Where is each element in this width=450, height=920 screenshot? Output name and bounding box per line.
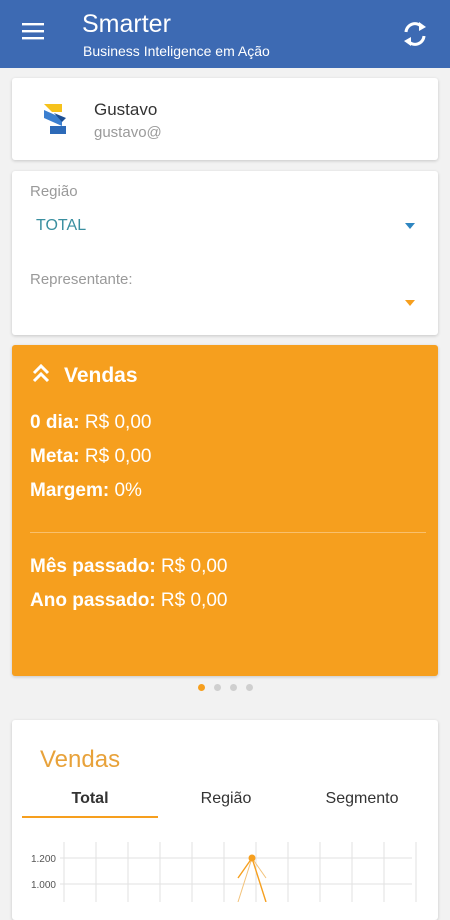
sales-margin-row: Margem: 0% bbox=[30, 480, 142, 502]
series-line-2 bbox=[237, 856, 267, 902]
page-dot-2[interactable] bbox=[214, 684, 221, 691]
sales-goal-value: R$ 0,00 bbox=[84, 446, 152, 467]
page-dot-3[interactable] bbox=[230, 684, 237, 691]
app-subtitle: Business Inteligence em Ação bbox=[83, 43, 270, 59]
last-year-row: Ano passado: R$ 0,00 bbox=[30, 590, 227, 612]
sales-line-chart: 1.200 1.000 bbox=[31, 842, 417, 902]
refresh-icon[interactable] bbox=[400, 18, 430, 50]
region-dropdown-icon bbox=[405, 223, 415, 229]
tab-total[interactable]: Total bbox=[22, 790, 158, 816]
y-tick-label-1: 1.200 bbox=[31, 854, 56, 865]
chart-grid bbox=[60, 842, 417, 902]
chart-title: Vendas bbox=[40, 746, 121, 773]
tab-segment[interactable]: Segmento bbox=[294, 790, 430, 816]
series-line bbox=[237, 856, 267, 902]
representative-dropdown-icon bbox=[405, 300, 415, 306]
region-select[interactable]: TOTAL bbox=[30, 213, 420, 239]
sales-goal-label: Meta: bbox=[30, 446, 80, 467]
filter-card: Região TOTAL Representante: bbox=[12, 171, 438, 335]
sales-goal-row: Meta: R$ 0,00 bbox=[30, 446, 151, 468]
sales-chart-card: Vendas Total Região Segmento 1.200 1.000 bbox=[12, 720, 438, 920]
representative-label: Representante: bbox=[30, 271, 133, 288]
app-title: Smarter bbox=[82, 10, 171, 38]
last-month-value: R$ 0,00 bbox=[160, 556, 228, 577]
hamburger-menu-icon[interactable] bbox=[20, 20, 46, 42]
last-year-value: R$ 0,00 bbox=[160, 590, 228, 611]
chevron-double-up-icon[interactable] bbox=[30, 361, 52, 385]
last-month-row: Mês passado: R$ 0,00 bbox=[30, 556, 227, 578]
sales-margin-label: Margem: bbox=[30, 480, 110, 501]
user-card: Gustavo gustavo@ bbox=[12, 78, 438, 160]
data-point bbox=[248, 854, 256, 862]
user-name: Gustavo bbox=[94, 100, 158, 119]
region-value: TOTAL bbox=[36, 217, 87, 234]
page-dot-4[interactable] bbox=[246, 684, 253, 691]
page-dot-1[interactable] bbox=[198, 684, 205, 691]
sales-day-row: 0 dia: R$ 0,00 bbox=[30, 412, 151, 434]
sales-day-label: 0 dia: bbox=[30, 412, 80, 433]
user-email: gustavo@ bbox=[94, 124, 162, 141]
page-indicator bbox=[196, 684, 260, 694]
y-tick-label-2: 1.000 bbox=[31, 880, 56, 891]
sales-day-value: R$ 0,00 bbox=[84, 412, 152, 433]
representative-select[interactable] bbox=[30, 291, 420, 317]
tab-region[interactable]: Região bbox=[158, 790, 294, 816]
sales-margin-value: 0% bbox=[114, 480, 142, 501]
last-year-label: Ano passado: bbox=[30, 590, 156, 611]
company-logo bbox=[44, 104, 66, 134]
region-label: Região bbox=[30, 183, 78, 200]
sales-summary-card[interactable]: Vendas 0 dia: R$ 0,00 Meta: R$ 0,00 Marg… bbox=[12, 345, 438, 676]
divider bbox=[30, 532, 426, 533]
last-month-label: Mês passado: bbox=[30, 556, 156, 577]
app-bar: Smarter Business Inteligence em Ação bbox=[0, 0, 450, 68]
sales-title: Vendas bbox=[64, 364, 138, 387]
active-tab-indicator bbox=[22, 816, 158, 818]
